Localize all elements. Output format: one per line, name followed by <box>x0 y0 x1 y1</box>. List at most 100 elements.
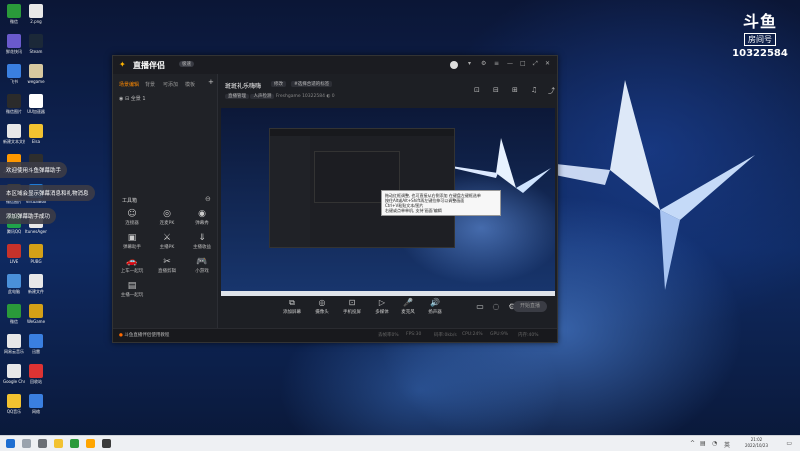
desktop-icon[interactable]: UU加速器 <box>25 94 47 115</box>
desktop-icon[interactable]: 新建文本文档 <box>3 124 25 145</box>
toolbox-item[interactable]: ◎ 连麦PK <box>151 209 183 226</box>
network-icon[interactable]: ▤ <box>700 440 706 447</box>
source-control[interactable]: ⊡ 手机投屏 <box>339 298 365 315</box>
tab-template[interactable]: 模板 <box>185 81 195 88</box>
wechat-icon[interactable] <box>70 439 79 448</box>
stream-tag[interactable]: #选择合适的标签 <box>291 81 333 87</box>
app-icon[interactable] <box>102 439 111 448</box>
toolbox-item-label: 上车一起玩 <box>120 269 144 274</box>
desktop-icon[interactable]: 迅雷 <box>25 334 47 355</box>
lock-icon[interactable]: ⊟ <box>125 96 129 102</box>
desktop-icon[interactable]: 此电脑 <box>3 274 25 295</box>
stream-manage-button[interactable]: 直播管理 <box>225 94 249 99</box>
notification-info[interactable]: 本区域会显示弹幕消息和礼物消息 <box>0 185 95 201</box>
settings-icon[interactable]: ⚙ <box>481 60 486 67</box>
desktop-icon[interactable]: Elsa <box>25 124 47 144</box>
source-control[interactable]: ⧉ 添加屏幕 <box>279 298 305 315</box>
desktop-icon[interactable]: 飞书 <box>3 64 25 85</box>
scene-item[interactable]: ◉ ⊟ 全景 1 <box>119 95 146 102</box>
desktop-icon[interactable]: wegame <box>25 64 47 84</box>
desktop-icon-label: 腾讯QQ <box>6 229 22 234</box>
toolbox-item-icon: ⇓ <box>198 233 206 243</box>
search-icon[interactable] <box>22 439 31 448</box>
lock-icon[interactable]: ⊟ <box>493 86 499 94</box>
toolbox-item[interactable]: ✂ 直播剪辑 <box>151 257 183 274</box>
edit-title-button[interactable]: 修改 <box>271 81 286 87</box>
desktop-icon[interactable]: Google Chrome <box>3 364 25 384</box>
desktop-icon[interactable]: Steam <box>25 34 47 54</box>
toolbox-item[interactable]: ☺ 连接器 <box>116 209 148 226</box>
desktop-icon[interactable]: 微信 <box>3 4 25 25</box>
stream-meta: 直播管理 人声检测 Freshgame 10322584 ◐ 0 <box>225 93 335 99</box>
desktop-icon[interactable]: 鲜花快讯 <box>3 34 25 55</box>
maximize-icon[interactable]: ⤢ <box>533 60 538 68</box>
share-icon[interactable]: ⤴ <box>548 86 555 96</box>
desktop-icon[interactable]: 2.png <box>25 4 47 24</box>
notification-center-icon[interactable]: ▭ <box>786 440 792 447</box>
app-icon <box>29 94 43 108</box>
desktop-icon[interactable]: LIVE <box>3 244 25 264</box>
avatar[interactable] <box>450 61 458 69</box>
add-scene-icon[interactable]: + <box>208 78 214 86</box>
stream-header: 斑斑礼乐嗨嗨 修改 #选择合适的标签 直播管理 人声检测 Freshgame 1… <box>219 74 557 104</box>
eye-icon[interactable]: ◉ <box>119 96 123 102</box>
restore-icon[interactable]: □ <box>520 60 526 67</box>
close-icon[interactable]: ✕ <box>545 60 550 67</box>
desktop-icon[interactable]: 网易云音乐 <box>3 334 25 355</box>
app-icon <box>29 364 43 378</box>
tray-chevron-icon[interactable]: ^ <box>690 440 695 447</box>
toolbox-item[interactable]: 🚗 上车一起玩 <box>116 257 148 274</box>
source-control[interactable]: ◎ 摄像头 <box>309 298 335 315</box>
toolbox-item[interactable]: ▤ 主播一起玩 <box>116 281 148 298</box>
desktop-icon[interactable]: 网络 <box>25 394 47 415</box>
left-panel: 场景编辑 背景 可添加 模板 + ◉ ⊟ 全景 1 工具箱 ⊖ ☺ 连接器 ◎ 连麦P… <box>113 74 218 342</box>
start-icon[interactable] <box>6 439 15 448</box>
skin-icon[interactable]: ▾ <box>468 60 471 67</box>
app-icon <box>7 364 21 378</box>
toolbox-item[interactable]: ⇓ 主播收益 <box>186 233 218 250</box>
voice-detect-button[interactable]: 人声检测 <box>250 94 275 99</box>
desktop-icon[interactable]: 微信 <box>3 304 25 325</box>
record-icon[interactable]: ⊡ <box>474 86 480 94</box>
windows-taskbar: ^ ▤ ◔ 英 21:02 2022/10/23 ▭ <box>0 435 800 451</box>
source-control[interactable]: 🔊 扬声器 <box>422 298 448 315</box>
version-badge[interactable]: 极速 <box>179 61 194 67</box>
task-view-icon[interactable] <box>38 439 47 448</box>
toolbox-item-label: 主播一起玩 <box>120 293 144 298</box>
menu-icon[interactable]: ≡ <box>494 60 499 67</box>
desktop-icon-label: 鲜花快讯 <box>6 49 22 54</box>
tab-addable[interactable]: 可添加 <box>163 81 178 88</box>
notification-success[interactable]: 添加弹幕助手成功 <box>0 208 57 224</box>
source-control[interactable]: 🎤 麦克风 <box>395 298 421 315</box>
desktop-icon-label: 2.png <box>30 19 42 24</box>
douyu-companion-icon[interactable] <box>86 439 95 448</box>
stream-preview[interactable]: 拖动红框调整, 也可直接从右侧添加 在键盘左键框选单 按住Alt或Alt+Shi… <box>221 108 555 296</box>
source-control[interactable]: ▷ 多媒体 <box>369 298 395 315</box>
start-live-button[interactable]: 开始直播 <box>513 301 547 312</box>
tutorial-link[interactable]: ● 斗鱼直播伴侣使用教程 <box>119 332 169 338</box>
tab-scene-edit[interactable]: 场景编辑 <box>119 81 139 88</box>
toolbox-item[interactable]: ▣ 弹幕助手 <box>116 233 148 250</box>
language-icon[interactable]: 英 <box>724 440 730 449</box>
bell-icon[interactable]: ♫ <box>531 86 537 94</box>
toolbox-item[interactable]: 🎮 小游戏 <box>186 257 218 274</box>
desktop-icon[interactable]: 新建文件 <box>25 274 47 295</box>
system-clock[interactable]: 21:02 2022/10/23 <box>745 437 768 449</box>
desktop-icon[interactable]: QQ音乐 <box>3 394 25 415</box>
gift-icon[interactable]: ⊞ <box>512 86 518 94</box>
desktop-icon[interactable]: 微信图片 <box>3 94 25 115</box>
volume-icon[interactable]: ◔ <box>712 440 717 447</box>
title-bar[interactable]: ✦ 直播伴侣 极速 ▾ ⚙ ≡ — □ ⤢ ✕ <box>113 56 557 74</box>
desktop-icon-label: wegame <box>27 79 45 84</box>
explorer-icon[interactable] <box>54 439 63 448</box>
minimize-icon[interactable]: — <box>507 60 513 67</box>
desktop-icon-label: QQ音乐 <box>6 409 22 414</box>
desktop-icon[interactable]: 回收站 <box>25 364 47 385</box>
desktop-icon[interactable]: PUBG <box>25 244 47 264</box>
toolbox-item[interactable]: ⚔ 主播PK <box>151 233 183 250</box>
notification-welcome[interactable]: 欢迎使用斗鱼弹幕助手 <box>0 162 68 178</box>
tab-background[interactable]: 背景 <box>145 81 155 88</box>
toolbox-item[interactable]: ◉ 弹幕秀 <box>186 209 218 226</box>
desktop-icon[interactable]: WeGame <box>25 304 47 324</box>
toolbox-more-icon[interactable]: ⊖ <box>205 195 211 203</box>
